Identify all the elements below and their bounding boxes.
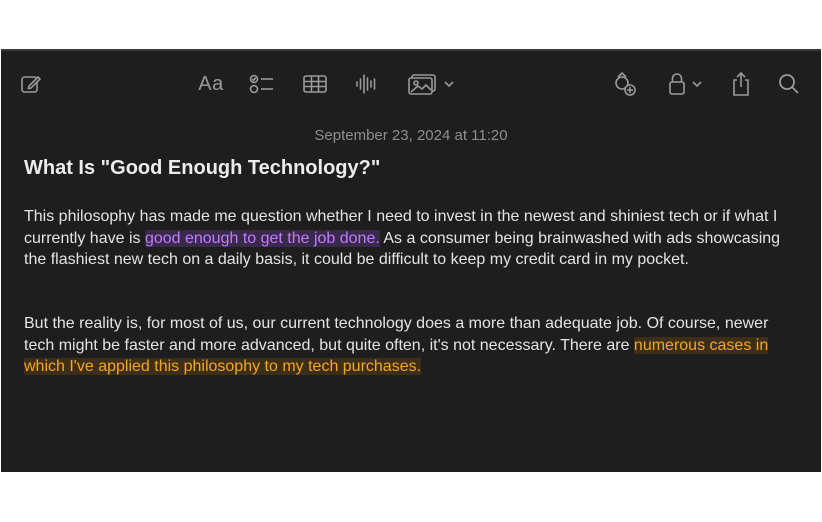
checklist-icon[interactable] bbox=[248, 69, 276, 99]
lock-icon bbox=[668, 72, 686, 96]
collaborate-icon[interactable] bbox=[610, 69, 640, 99]
photo-icon bbox=[408, 73, 438, 95]
search-icon[interactable] bbox=[776, 69, 802, 99]
audio-waveform-icon[interactable] bbox=[353, 69, 379, 99]
notes-window: Aa September 23, 2024 at 11:20 What Is "… bbox=[1, 49, 821, 472]
media-button[interactable] bbox=[405, 69, 457, 99]
paragraph[interactable]: But the reality is, for most of us, our … bbox=[24, 313, 794, 378]
compose-icon[interactable] bbox=[17, 69, 45, 99]
toolbar: Aa bbox=[1, 51, 821, 117]
chevron-down-icon bbox=[444, 80, 454, 88]
chevron-down-icon bbox=[692, 80, 702, 88]
paragraph[interactable]: This philosophy has made me question whe… bbox=[24, 206, 794, 271]
table-icon[interactable] bbox=[301, 69, 329, 99]
share-icon[interactable] bbox=[728, 69, 754, 99]
note-date: September 23, 2024 at 11:20 bbox=[314, 127, 508, 144]
format-text-button[interactable]: Aa bbox=[195, 69, 227, 99]
highlighted-text: good enough to get the job done. bbox=[144, 229, 380, 247]
note-title[interactable]: What Is "Good Enough Technology?" bbox=[24, 157, 380, 180]
lock-button[interactable] bbox=[664, 69, 706, 99]
